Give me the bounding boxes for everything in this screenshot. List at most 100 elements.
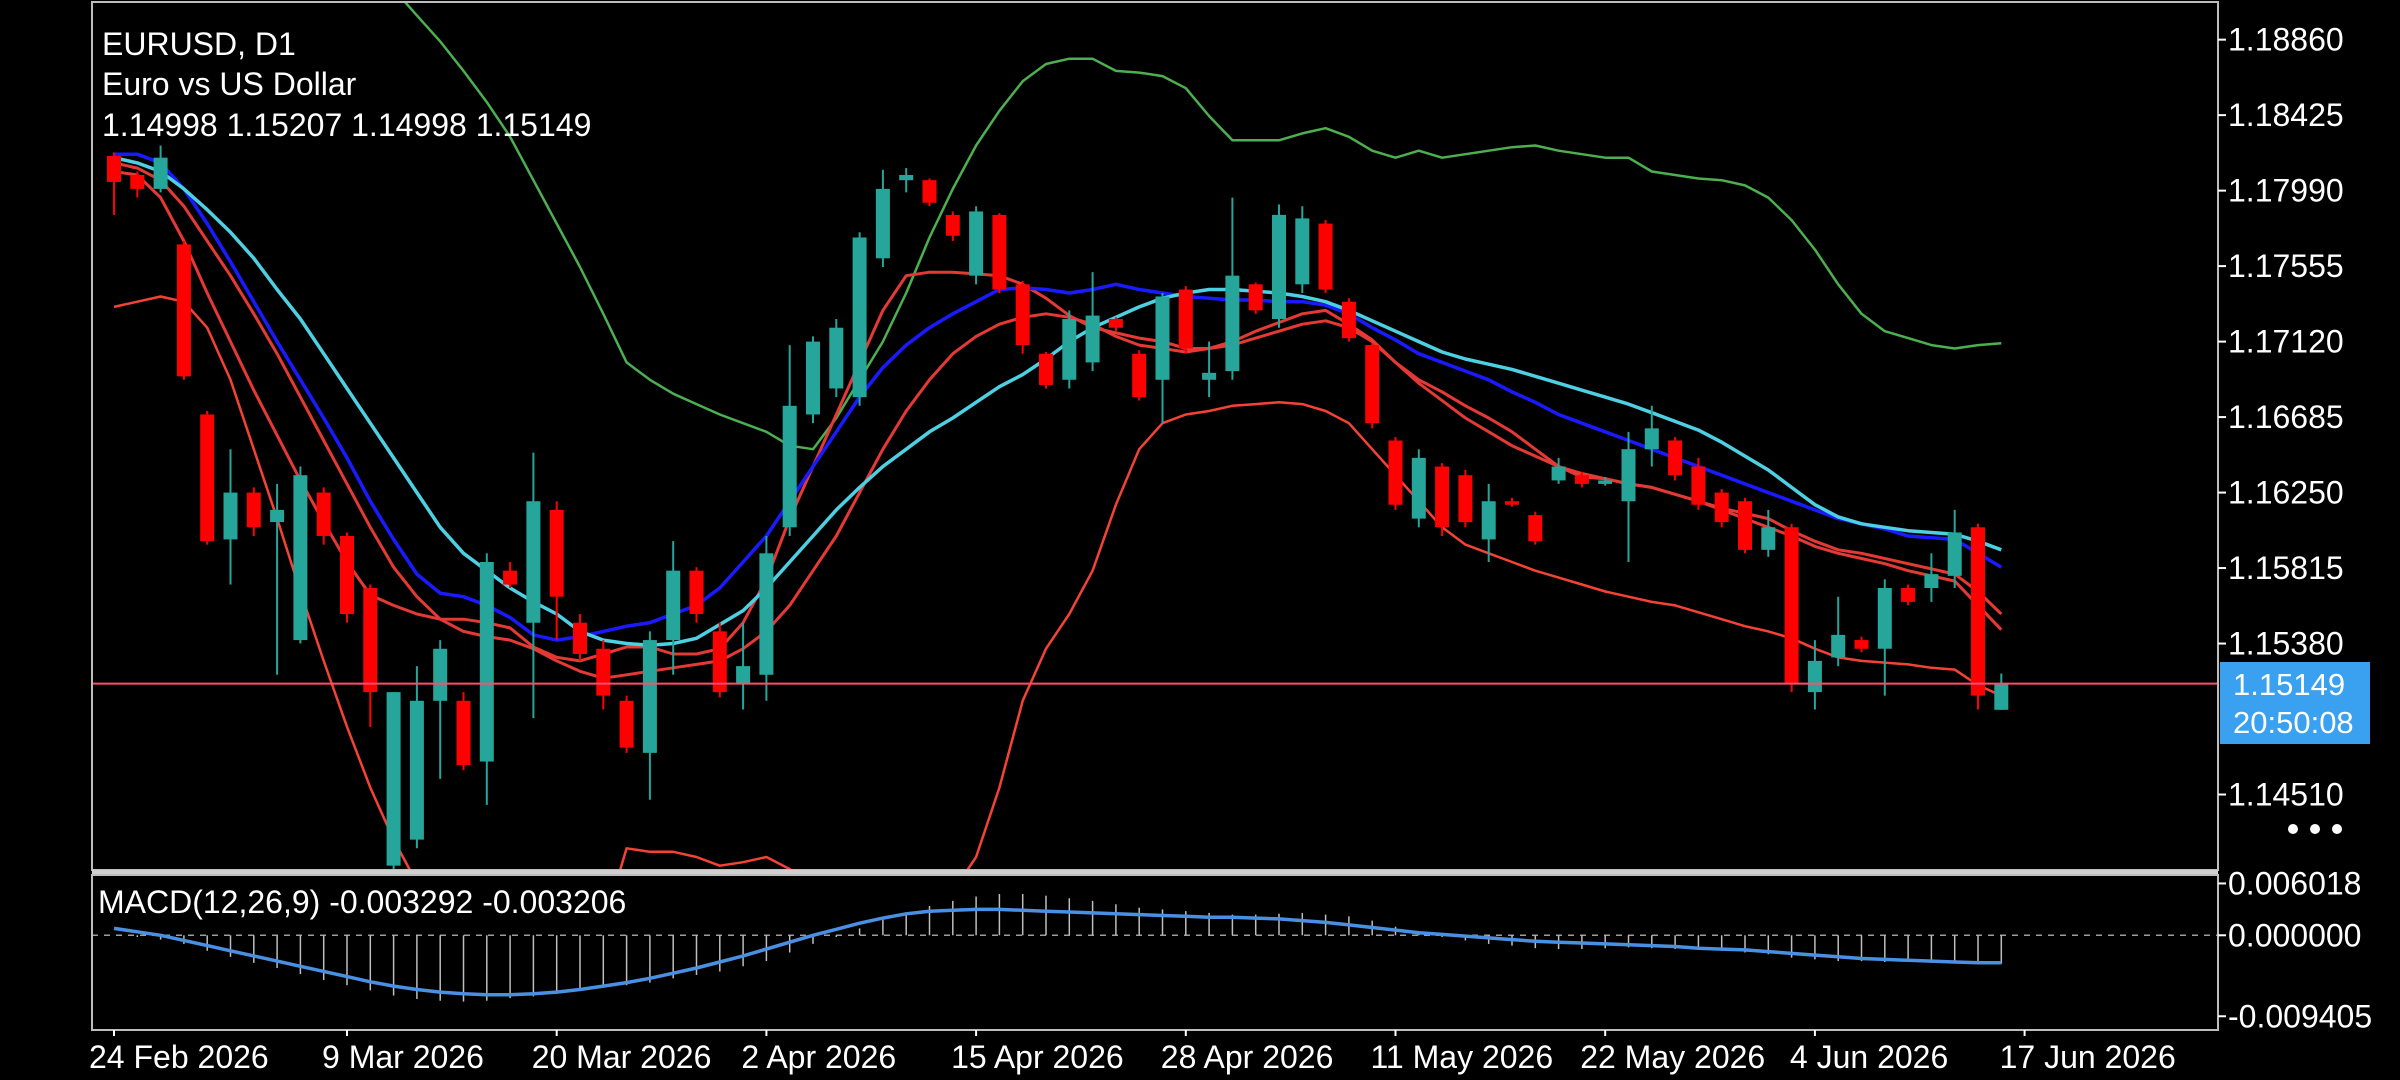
macd-y-tick-label: 0.006018	[2228, 865, 2361, 901]
y-tick-label: 1.17555	[2228, 248, 2344, 284]
x-tick-label: 22 May 2026	[1580, 1039, 1765, 1075]
candle-body	[130, 175, 145, 189]
trading-chart[interactable]: 1.18860 1.18425 1.17990 1.17555 1.17120 1.166…	[0, 0, 2400, 1080]
candle[interactable]	[200, 411, 215, 545]
candle[interactable]	[1015, 280, 1030, 354]
candle[interactable]	[1784, 523, 1799, 693]
candle-body	[1435, 466, 1450, 528]
y-tick-label: 1.17990	[2228, 173, 2344, 209]
candle-body	[596, 648, 611, 696]
candle-body	[1528, 515, 1543, 542]
candle-body	[1085, 315, 1100, 363]
candle[interactable]	[992, 213, 1007, 294]
candle[interactable]	[1971, 523, 1985, 710]
y-tick-label: 1.15380	[2228, 626, 2344, 662]
x-tick-label: 24 Feb 2026	[89, 1039, 269, 1075]
candle[interactable]	[1318, 220, 1333, 294]
ohlc-readout: 1.14998 1.15207 1.14998 1.15149	[102, 107, 591, 143]
candle[interactable]	[1458, 470, 1473, 528]
candle-body	[1178, 289, 1193, 349]
candle-body	[1854, 640, 1869, 649]
candle[interactable]	[1365, 343, 1380, 429]
candle[interactable]	[852, 232, 867, 406]
candle[interactable]	[1411, 449, 1426, 528]
candle[interactable]	[712, 622, 727, 698]
candle[interactable]	[1435, 463, 1450, 536]
x-tick-label: 4 Jun 2026	[1790, 1039, 1948, 1075]
symbol-description: Euro vs US Dollar	[102, 66, 357, 102]
candle-body	[1901, 588, 1916, 602]
candle-body	[852, 237, 867, 398]
candle[interactable]	[1178, 286, 1193, 354]
candle[interactable]	[922, 178, 937, 207]
candle[interactable]	[1714, 489, 1729, 528]
x-tick-label: 15 Apr 2026	[951, 1039, 1124, 1075]
macd-y-tick-label: 0.000000	[2228, 917, 2361, 953]
candle[interactable]	[176, 240, 191, 380]
candle[interactable]	[1062, 310, 1077, 389]
candle-body	[1062, 319, 1077, 380]
candle[interactable]	[340, 532, 354, 623]
candle[interactable]	[829, 319, 844, 398]
candle-body	[1877, 588, 1892, 649]
candle[interactable]	[1668, 437, 1683, 481]
candle-body	[759, 553, 774, 675]
dot	[2332, 824, 2342, 834]
candle-body	[666, 570, 681, 641]
candle-body	[1248, 284, 1263, 311]
candle-body	[1947, 532, 1962, 576]
candle-body	[1481, 501, 1496, 540]
candle[interactable]	[1341, 298, 1356, 342]
candle-body	[736, 666, 751, 684]
candle[interactable]	[969, 206, 984, 285]
candle-body	[200, 414, 215, 542]
y-tick-label: 1.15815	[2228, 550, 2344, 586]
macd-header: MACD(12,26,9) -0.003292 -0.003206	[98, 884, 626, 920]
symbol-timeframe-label: EURUSD, D1	[102, 26, 296, 62]
candle-body	[969, 211, 984, 276]
candle[interactable]	[1272, 204, 1286, 328]
candle-body	[433, 648, 448, 701]
y-tick-label: 1.16685	[2228, 399, 2344, 435]
candle[interactable]	[619, 695, 634, 753]
y-tick-label: 1.17120	[2228, 324, 2344, 360]
y-tick-label: 1.14510	[2228, 777, 2344, 813]
candle-body	[526, 501, 541, 623]
x-tick-label: 28 Apr 2026	[1161, 1039, 1334, 1075]
y-tick-label: 1.16250	[2228, 475, 2344, 511]
candle[interactable]	[1388, 437, 1403, 510]
candle-body	[1015, 284, 1030, 346]
candle-body	[689, 570, 704, 615]
candle-body	[1411, 457, 1426, 519]
current-price-label: 1.15149	[2233, 667, 2345, 702]
candle-body	[1714, 492, 1729, 523]
candle-body	[176, 244, 191, 377]
candle[interactable]	[1039, 352, 1053, 389]
candle[interactable]	[1248, 282, 1263, 314]
candle-body	[782, 405, 797, 528]
candle-body	[246, 492, 261, 528]
candle[interactable]	[293, 466, 308, 644]
candle[interactable]	[1132, 350, 1147, 401]
candle-body	[945, 214, 960, 236]
y-tick-label: 1.18425	[2228, 97, 2344, 133]
candle-body	[363, 588, 378, 693]
candle[interactable]	[1528, 511, 1543, 545]
candle[interactable]	[456, 692, 471, 771]
candle[interactable]	[1738, 497, 1752, 554]
candle-body	[619, 700, 634, 748]
candle-body	[1831, 634, 1846, 658]
more-dots-icon[interactable]	[2288, 824, 2342, 834]
candle[interactable]	[386, 692, 401, 874]
candle[interactable]	[806, 336, 820, 424]
candle[interactable]	[1295, 206, 1310, 294]
candle-body	[223, 492, 238, 540]
candle-body	[1691, 466, 1706, 505]
candle-body	[922, 180, 937, 203]
candle-body	[806, 341, 820, 415]
candle-body	[899, 175, 914, 181]
candle-body	[875, 188, 890, 259]
candle-body	[153, 157, 168, 189]
current-price-tag: 1.15149 20:50:08	[2220, 662, 2370, 744]
candle-body	[1784, 527, 1799, 684]
